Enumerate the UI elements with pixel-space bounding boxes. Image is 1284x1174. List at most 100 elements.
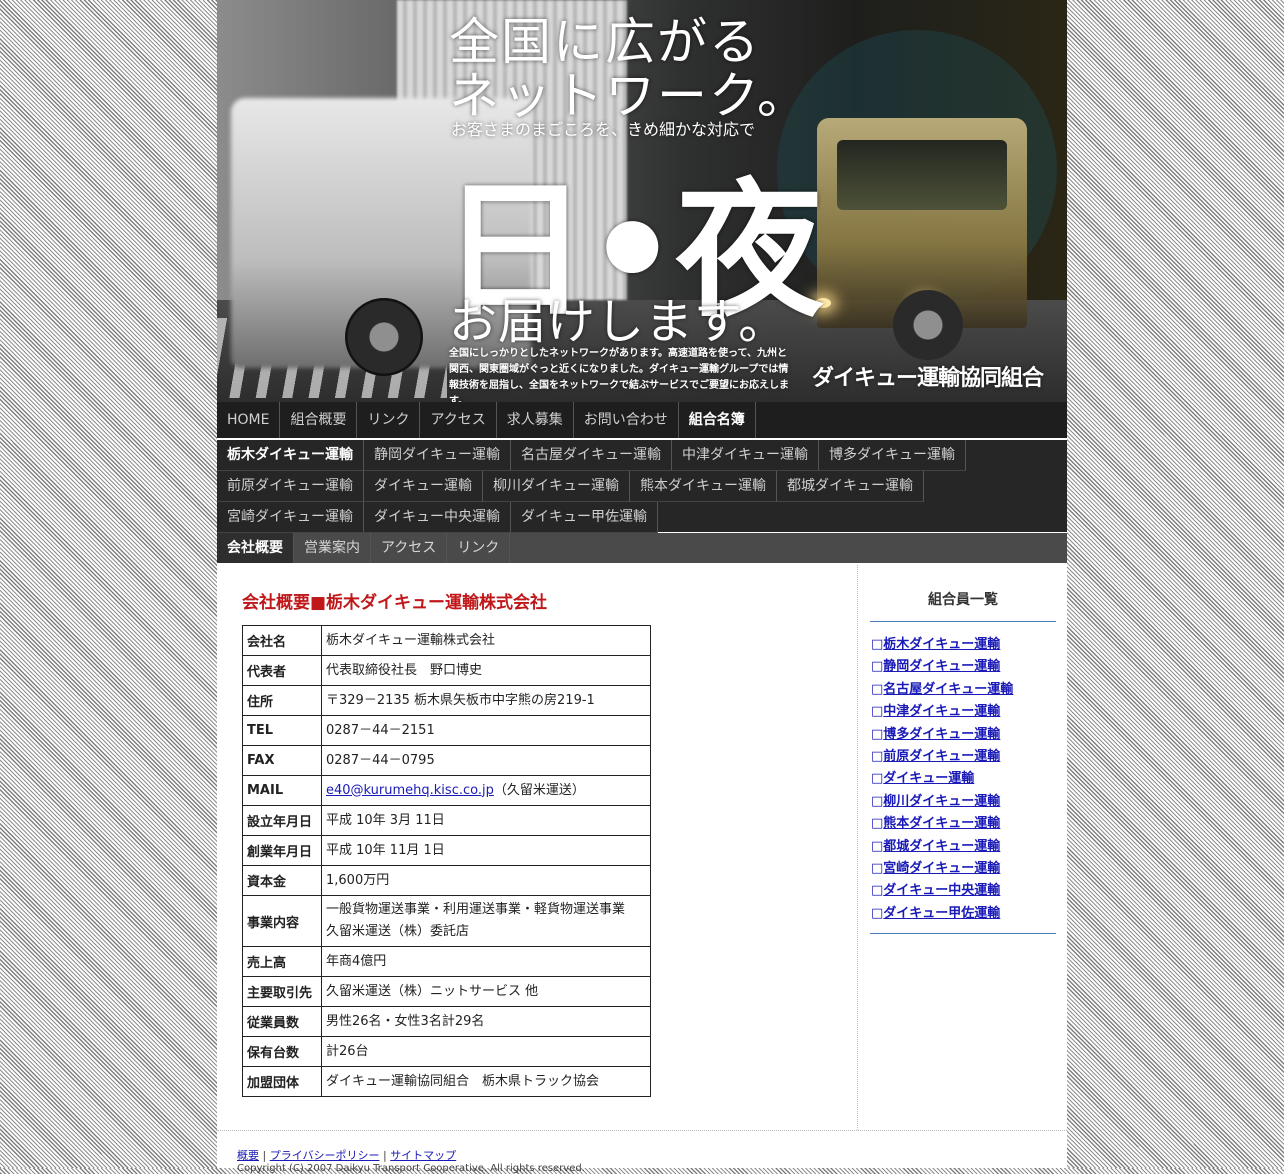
square-bullet-icon: □	[871, 704, 884, 720]
list-item: □名古屋ダイキュー運輸	[871, 679, 1068, 701]
sub-nav-item[interactable]: 営業案内	[294, 533, 371, 563]
member-link[interactable]: ダイキュー中央運輸	[883, 883, 1000, 898]
table-row: 事業内容 一般貨物運送事業・利用運送事業・軽貨物運送事業 久留米運送（株）委託店	[242, 895, 651, 947]
list-item: □ダイキュー運輸	[871, 768, 1068, 790]
hero-headline-3: お届けします。	[449, 294, 788, 350]
footer: 概要 | プライバシーポリシー | サイトマップ Copyright (C) 2…	[217, 1130, 1067, 1174]
member-nav-item[interactable]: 都城ダイキュー運輸	[777, 471, 924, 502]
main-nav-item[interactable]: 求人募集	[497, 402, 574, 438]
member-nav-item[interactable]: 静岡ダイキュー運輸	[364, 440, 511, 471]
member-nav-item[interactable]: 熊本ダイキュー運輸	[630, 471, 777, 502]
divider	[870, 933, 1056, 935]
square-bullet-icon: □	[871, 726, 884, 742]
row-label: 設立年月日	[242, 805, 322, 836]
member-nav-item[interactable]: ダイキュー中央運輸	[364, 502, 511, 533]
member-link[interactable]: 栃木ダイキュー運輸	[883, 637, 1000, 652]
row-value: 一般貨物運送事業・利用運送事業・軽貨物運送事業 久留米運送（株）委託店	[321, 895, 651, 947]
footer-links: 概要 | プライバシーポリシー | サイトマップ	[237, 1147, 456, 1163]
member-nav-item[interactable]: 前原ダイキュー運輸	[217, 471, 364, 502]
member-link[interactable]: 宮崎ダイキュー運輸	[883, 861, 1000, 876]
member-link[interactable]: ダイキュー運輸	[883, 771, 974, 786]
main-nav-item[interactable]: リンク	[357, 402, 421, 438]
list-item: □熊本ダイキュー運輸	[871, 813, 1068, 835]
list-item: □栃木ダイキュー運輸	[871, 634, 1068, 656]
member-nav-item[interactable]: 中津ダイキュー運輸	[672, 440, 819, 471]
email-link[interactable]: e40@kurumehq.kisc.co.jp	[326, 783, 494, 798]
footer-link[interactable]: 概要	[237, 1149, 259, 1162]
row-label: 事業内容	[242, 895, 322, 947]
truck-wheel-icon	[893, 290, 963, 360]
row-value: 代表取締役社長 野口博史	[321, 655, 651, 686]
member-link[interactable]: 静岡ダイキュー運輸	[883, 659, 1000, 674]
row-value: 年商4億円	[321, 946, 651, 977]
row-value: 1,600万円	[321, 865, 651, 896]
table-row: 従業員数 男性26名・女性3名計29名	[242, 1006, 651, 1037]
page-wrapper: 全国に広がる ネットワーク。 お客さまのまごころを、きめ細かな対応で 日•夜 お…	[217, 0, 1068, 1174]
member-list: □栃木ダイキュー運輸 □静岡ダイキュー運輸 □名古屋ダイキュー運輸 □中津ダイキュー運…	[871, 634, 1068, 925]
company-info-table: 会社名 栃木ダイキュー運輸株式会社 代表者 代表取締役社長 野口博史 住所 〒329－21…	[242, 625, 651, 1097]
member-link[interactable]: 博多ダイキュー運輸	[883, 727, 1000, 742]
member-nav-item[interactable]: 博多ダイキュー運輸	[819, 440, 966, 471]
hero-description: 全国にしっかりとしたネットワークがあります。高速道路を使って、九州と関西、関東圏…	[449, 348, 789, 402]
main-nav-item[interactable]: お問い合わせ	[574, 402, 679, 438]
row-label: 創業年月日	[242, 835, 322, 866]
list-item: □柳川ダイキュー運輸	[871, 791, 1068, 813]
member-link[interactable]: ダイキュー甲佐運輸	[883, 906, 1000, 921]
main-nav-item[interactable]: アクセス	[420, 402, 497, 438]
table-row: 設立年月日 平成 10年 3月 11日	[242, 805, 651, 836]
square-bullet-icon: □	[871, 659, 884, 675]
member-nav-item[interactable]: 栃木ダイキュー運輸	[217, 440, 364, 471]
member-link[interactable]: 前原ダイキュー運輸	[883, 749, 1000, 764]
row-label: 会社名	[242, 625, 322, 656]
table-row: 売上高 年商4億円	[242, 946, 651, 977]
member-link[interactable]: 中津ダイキュー運輸	[883, 704, 1000, 719]
member-link[interactable]: 名古屋ダイキュー運輸	[883, 682, 1013, 697]
member-nav-item[interactable]: 宮崎ダイキュー運輸	[217, 502, 364, 533]
row-label: 保有台数	[242, 1036, 322, 1067]
table-row: FAX 0287－44－0795	[242, 745, 651, 776]
main-nav-item[interactable]: 組合名簿	[679, 402, 756, 438]
row-label: FAX	[242, 745, 322, 776]
email-note: （久留米運送）	[493, 782, 585, 798]
row-value: 0287－44－2151	[321, 715, 651, 746]
row-value: 平成 10年 3月 11日	[321, 805, 651, 836]
sub-nav-item[interactable]: アクセス	[371, 533, 448, 563]
sidebar: 組合員一覧 □栃木ダイキュー運輸 □静岡ダイキュー運輸 □名古屋ダイキュー運輸 □中津…	[857, 565, 1068, 1130]
footer-link[interactable]: プライバシーポリシー	[270, 1149, 380, 1162]
row-value: 平成 10年 11月 1日	[321, 835, 651, 866]
table-row: 創業年月日 平成 10年 11月 1日	[242, 835, 651, 866]
member-nav-item[interactable]: 名古屋ダイキュー運輸	[511, 440, 672, 471]
list-item: □ダイキュー甲佐運輸	[871, 903, 1068, 925]
member-link[interactable]: 柳川ダイキュー運輸	[883, 794, 1000, 809]
member-nav-item[interactable]: ダイキュー甲佐運輸	[511, 502, 658, 533]
row-value: e40@kurumehq.kisc.co.jp（久留米運送）	[321, 775, 651, 806]
table-row: 資本金 1,600万円	[242, 865, 651, 896]
list-item: □都城ダイキュー運輸	[871, 836, 1068, 858]
link-separator: |	[379, 1149, 391, 1162]
row-value-line: 久留米運送（株）委託店	[326, 924, 470, 939]
main-nav-item[interactable]: HOME	[217, 402, 281, 438]
table-row: 保有台数 計26台	[242, 1036, 651, 1067]
square-bullet-icon: □	[871, 816, 884, 832]
member-nav-item[interactable]: 柳川ダイキュー運輸	[483, 471, 630, 502]
copyright: Copyright (C) 2007 Daikyu Transport Coop…	[237, 1163, 585, 1174]
hero-banner: 全国に広がる ネットワーク。 お客さまのまごころを、きめ細かな対応で 日•夜 お…	[217, 0, 1067, 402]
main-content: 会社概要■栃木ダイキュー運輸株式会社 会社名 栃木ダイキュー運輸株式会社 代表者 代表…	[242, 588, 842, 1097]
sub-nav-item[interactable]: 会社概要	[217, 533, 294, 563]
page-title: 会社概要■栃木ダイキュー運輸株式会社	[242, 593, 548, 613]
member-nav-item[interactable]: ダイキュー運輸	[364, 471, 483, 502]
main-nav-item[interactable]: 組合概要	[280, 402, 358, 438]
row-value: 栃木ダイキュー運輸株式会社	[321, 625, 651, 656]
row-value: 久留米運送（株）ニットサービス 他	[321, 976, 651, 1007]
row-label: MAIL	[242, 775, 322, 806]
row-value: 計26台	[321, 1036, 651, 1067]
row-value: 0287－44－0795	[321, 745, 651, 776]
footer-link[interactable]: サイトマップ	[390, 1149, 456, 1162]
row-label: 売上高	[242, 946, 322, 977]
member-link[interactable]: 都城ダイキュー運輸	[883, 839, 1000, 854]
list-item: □ダイキュー中央運輸	[871, 880, 1068, 902]
member-link[interactable]: 熊本ダイキュー運輸	[883, 816, 1000, 831]
table-row: 会社名 栃木ダイキュー運輸株式会社	[242, 625, 651, 656]
table-row: 加盟団体 ダイキュー運輸協同組合 栃木県トラック協会	[242, 1066, 651, 1097]
sub-nav-item[interactable]: リンク	[447, 533, 511, 563]
